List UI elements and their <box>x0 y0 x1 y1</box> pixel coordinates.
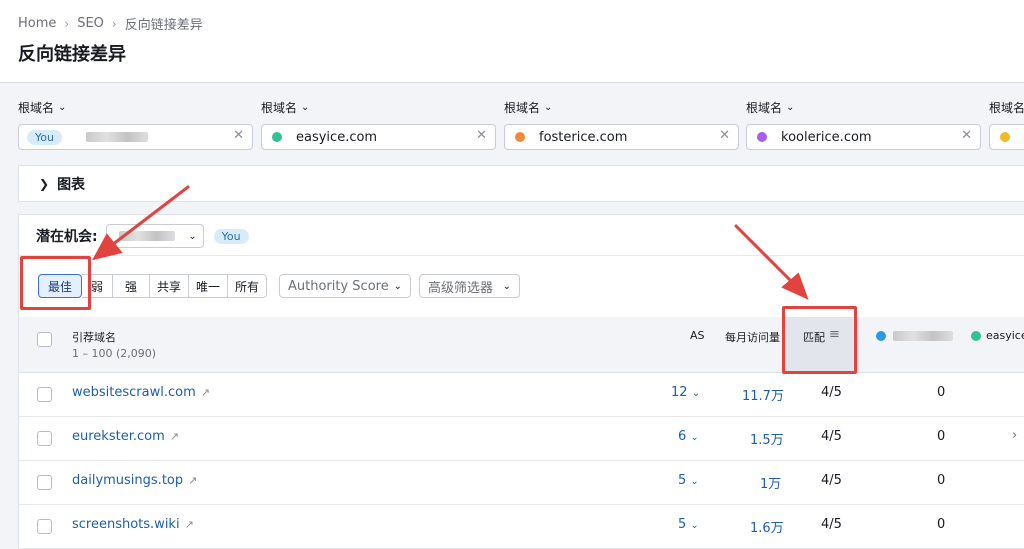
annotation-arrows <box>92 185 809 300</box>
arrow-head <box>92 233 123 261</box>
arrow-line <box>110 185 190 247</box>
arrow-line <box>734 224 795 285</box>
